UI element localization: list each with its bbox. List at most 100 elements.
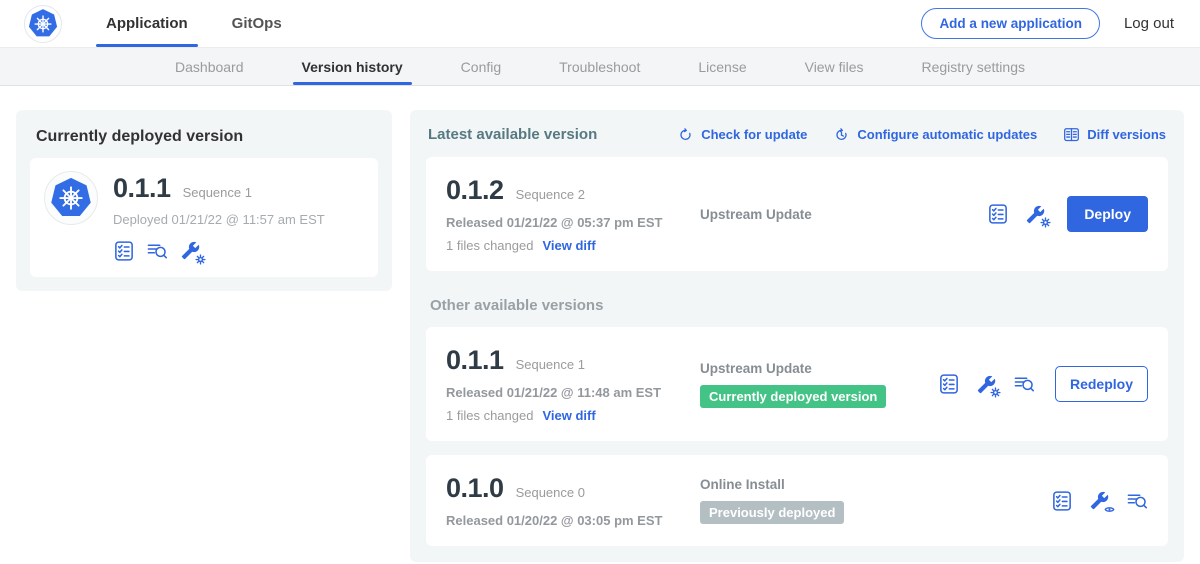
- configure-automatic-updates-label: Configure automatic updates: [857, 127, 1037, 142]
- diff-versions-link[interactable]: Diff versions: [1063, 126, 1166, 143]
- subnav-dashboard[interactable]: Dashboard: [146, 48, 273, 85]
- version-card-0-1-1: 0.1.1 Sequence 1 Released 01/21/22 @ 11:…: [426, 327, 1168, 441]
- deploy-logs-icon[interactable]: [146, 240, 168, 262]
- version-actions: [1051, 489, 1148, 512]
- diff-icon: [1063, 126, 1080, 143]
- refresh-icon: [677, 126, 694, 143]
- deployed-version-info: 0.1.1 Sequence 1 Deployed 01/21/22 @ 11:…: [113, 171, 325, 262]
- subnav-troubleshoot-label: Troubleshoot: [559, 59, 640, 75]
- diff-versions-label: Diff versions: [1087, 127, 1166, 142]
- app-header: Application GitOps Add a new application…: [0, 0, 1200, 48]
- deploy-logs-icon[interactable]: [1126, 490, 1148, 512]
- ship-wheel-icon: [32, 13, 54, 35]
- deploy-button[interactable]: Deploy: [1067, 196, 1148, 232]
- redeploy-button[interactable]: Redeploy: [1055, 366, 1148, 402]
- app-subnav: Dashboard Version history Config Trouble…: [0, 48, 1200, 86]
- add-application-button[interactable]: Add a new application: [921, 8, 1100, 39]
- tab-gitops[interactable]: GitOps: [222, 0, 292, 47]
- deployed-timestamp: Deployed 01/21/22 @ 11:57 am EST: [113, 212, 325, 227]
- preflight-checks-icon[interactable]: [1051, 490, 1073, 512]
- gear-icon: [1039, 217, 1051, 229]
- tab-application-label: Application: [106, 15, 188, 32]
- version-info: 0.1.1 Sequence 1 Released 01/21/22 @ 11:…: [446, 345, 700, 423]
- version-number: 0.1.2: [446, 175, 504, 206]
- subnav-config-label: Config: [461, 59, 501, 75]
- kubernetes-heptagon: [50, 177, 92, 219]
- previously-deployed-badge: Previously deployed: [700, 501, 844, 524]
- released-timestamp: Released 01/21/22 @ 05:37 pm EST: [446, 215, 700, 230]
- kubernetes-heptagon: [28, 9, 58, 39]
- kubernetes-logo: [24, 5, 62, 43]
- subnav-registry-settings[interactable]: Registry settings: [893, 48, 1054, 85]
- version-actions: Redeploy: [938, 366, 1148, 402]
- subnav-view-files[interactable]: View files: [776, 48, 893, 85]
- deployed-version-number: 0.1.1: [113, 173, 171, 204]
- files-changed-label: 1 files changed: [446, 408, 533, 423]
- tab-gitops-label: GitOps: [232, 15, 282, 32]
- preflight-checks-icon[interactable]: [987, 203, 1009, 225]
- deployed-actions: [113, 239, 325, 262]
- subnav-troubleshoot[interactable]: Troubleshoot: [530, 48, 669, 85]
- released-timestamp: Released 01/20/22 @ 03:05 pm EST: [446, 513, 700, 528]
- subnav-registry-settings-label: Registry settings: [922, 59, 1025, 75]
- logout-button[interactable]: Log out: [1124, 15, 1174, 32]
- update-actions: Check for update Configure automatic upd…: [677, 126, 1166, 143]
- view-diff-link[interactable]: View diff: [542, 238, 595, 253]
- header-right: Add a new application Log out: [921, 0, 1174, 47]
- subnav-version-history[interactable]: Version history: [273, 48, 432, 85]
- version-number: 0.1.1: [446, 345, 504, 376]
- deployed-version-card: 0.1.1 Sequence 1 Deployed 01/21/22 @ 11:…: [30, 158, 378, 277]
- version-history-panel: Latest available version Check for updat…: [410, 110, 1184, 562]
- version-actions: Deploy: [987, 196, 1148, 232]
- latest-version-header: Latest available version Check for updat…: [428, 126, 1166, 143]
- edit-config-icon[interactable]: [975, 373, 998, 396]
- version-card-0-1-0: 0.1.0 Sequence 0 Released 01/20/22 @ 03:…: [426, 455, 1168, 546]
- currently-deployed-panel: Currently deployed version 0.1.1 Sequenc…: [16, 110, 392, 291]
- ship-wheel-icon: [56, 183, 86, 213]
- main-content: Currently deployed version 0.1.1 Sequenc…: [0, 86, 1200, 562]
- version-status: Online Install Previously deployed: [700, 477, 1051, 524]
- subnav-license-label: License: [698, 59, 746, 75]
- gear-icon: [194, 253, 206, 265]
- version-status: Upstream Update Currently deployed versi…: [700, 361, 938, 408]
- preflight-checks-icon[interactable]: [938, 373, 960, 395]
- currently-deployed-title: Currently deployed version: [36, 128, 372, 146]
- gear-icon: [990, 387, 1002, 399]
- deployed-sequence-label: Sequence 1: [183, 185, 252, 200]
- app-tabs: Application GitOps: [72, 0, 292, 47]
- version-source-label: Upstream Update: [700, 361, 928, 376]
- released-timestamp: Released 01/21/22 @ 11:48 am EST: [446, 385, 700, 400]
- latest-version-title: Latest available version: [428, 126, 597, 143]
- version-source-label: Online Install: [700, 477, 1041, 492]
- version-info: 0.1.2 Sequence 2 Released 01/21/22 @ 05:…: [446, 175, 700, 253]
- version-card-0-1-2: 0.1.2 Sequence 2 Released 01/21/22 @ 05:…: [426, 157, 1168, 271]
- eye-icon: [1103, 503, 1115, 515]
- subnav-config[interactable]: Config: [432, 48, 530, 85]
- version-status: Upstream Update: [700, 207, 987, 222]
- sequence-label: Sequence 0: [516, 485, 585, 500]
- sequence-label: Sequence 1: [516, 357, 585, 372]
- preflight-checks-icon[interactable]: [113, 240, 135, 262]
- subnav-dashboard-label: Dashboard: [175, 59, 244, 75]
- view-diff-link[interactable]: View diff: [542, 408, 595, 423]
- configure-automatic-updates-link[interactable]: Configure automatic updates: [833, 126, 1037, 143]
- deploy-logs-icon[interactable]: [1013, 373, 1035, 395]
- subnav-license[interactable]: License: [669, 48, 775, 85]
- files-changed-label: 1 files changed: [446, 238, 533, 253]
- app-logo: [44, 171, 98, 225]
- version-info: 0.1.0 Sequence 0 Released 01/20/22 @ 03:…: [446, 473, 700, 528]
- subnav-version-history-label: Version history: [302, 59, 403, 75]
- subnav-view-files-label: View files: [805, 59, 864, 75]
- check-for-update-link[interactable]: Check for update: [677, 126, 807, 143]
- check-for-update-label: Check for update: [701, 127, 807, 142]
- edit-config-icon[interactable]: [179, 239, 202, 262]
- sequence-label: Sequence 2: [516, 187, 585, 202]
- edit-config-icon[interactable]: [1024, 203, 1047, 226]
- tab-application[interactable]: Application: [96, 0, 198, 47]
- other-versions-title: Other available versions: [430, 297, 1164, 314]
- schedule-update-icon: [833, 126, 850, 143]
- currently-deployed-badge: Currently deployed version: [700, 385, 886, 408]
- version-source-label: Upstream Update: [700, 207, 977, 222]
- view-config-icon[interactable]: [1088, 489, 1111, 512]
- version-number: 0.1.0: [446, 473, 504, 504]
